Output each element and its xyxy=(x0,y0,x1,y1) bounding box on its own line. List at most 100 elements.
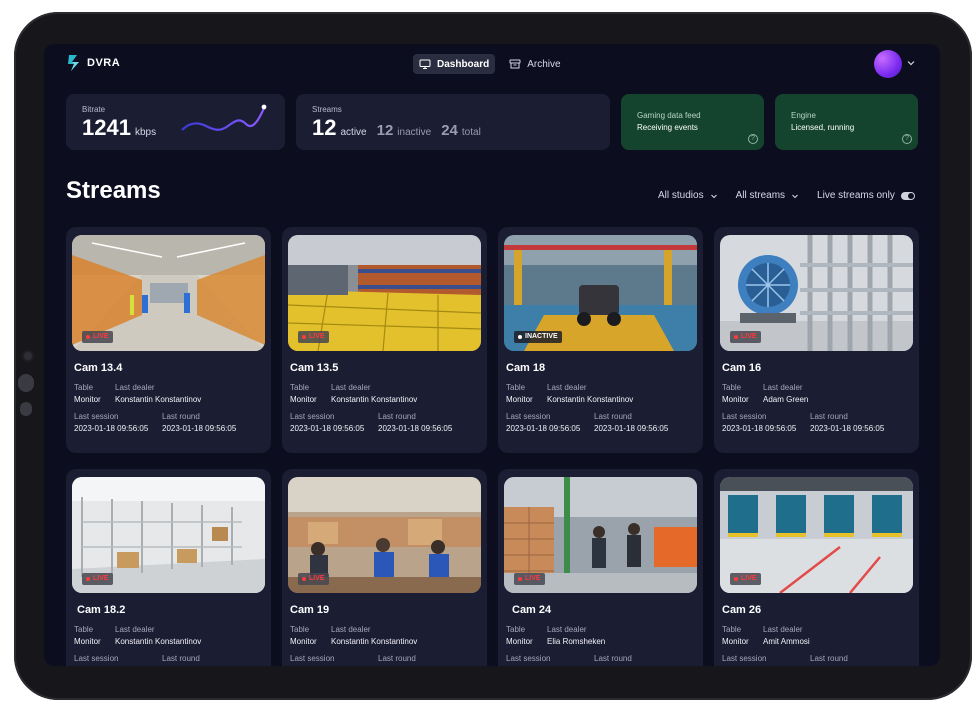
round-value: 2023-01-18 09:56:05 xyxy=(810,424,885,433)
table-label: Table xyxy=(74,625,94,634)
camera-thumbnail[interactable]: LIVE xyxy=(720,235,913,351)
main-nav: Dashboard Archive xyxy=(413,54,567,74)
bitrate-unit: kbps xyxy=(134,127,157,138)
nav-archive[interactable]: Archive xyxy=(503,54,566,74)
stream-card[interactable]: LIVE Cam 18.2 Table Monitor Last dealer Ko… xyxy=(66,469,271,666)
archive-box-icon xyxy=(509,59,521,69)
camera-name: Cam 18 xyxy=(506,362,546,374)
status-badge: LIVE xyxy=(730,331,761,343)
studios-filter-label: All studios xyxy=(658,190,704,201)
dealer-label: Last dealer xyxy=(115,625,155,634)
stream-card[interactable]: LIVE Cam 19 Table Monitor Last dealer Kons… xyxy=(282,469,487,666)
chevron-down-icon[interactable] xyxy=(906,58,916,68)
camera-thumbnail[interactable]: INACTIVE xyxy=(504,235,697,351)
round-value: 2023-01-18 09:56:05 xyxy=(378,424,453,433)
stream-card[interactable]: INACTIVE Cam 18 Table Monitor Last dealer… xyxy=(498,227,703,453)
camera-name: Cam 24 xyxy=(512,604,552,616)
gaming-feed-status: Receiving events xyxy=(637,123,698,132)
table-value: Monitor xyxy=(506,395,533,404)
studios-filter[interactable]: All studios xyxy=(658,190,718,201)
status-badge: LIVE xyxy=(730,573,761,585)
round-label: Last round xyxy=(378,654,416,663)
help-icon[interactable]: ? xyxy=(748,134,758,144)
dealer-label: Last dealer xyxy=(331,383,371,392)
session-label: Last session xyxy=(722,654,767,663)
app-logo[interactable]: DVRA xyxy=(66,53,120,73)
engine-status: Licensed, running xyxy=(791,123,855,132)
engine-card: Engine Licensed, running ? xyxy=(775,94,918,150)
bitrate-value: 1241 xyxy=(82,115,131,140)
nav-dashboard[interactable]: Dashboard xyxy=(413,54,496,74)
camera-name: Cam 26 xyxy=(722,604,762,616)
dealer-value: Konstantin Konstantinov xyxy=(331,395,418,404)
stream-card[interactable]: LIVE Cam 26 Table Monitor Last dealer Amit… xyxy=(714,469,919,666)
streams-active-label: active xyxy=(340,127,367,138)
live-only-filter[interactable]: Live streams only xyxy=(817,190,915,201)
chevron-down-icon xyxy=(710,194,717,198)
dealer-value: Adam Green xyxy=(763,395,809,404)
streams-label: Streams xyxy=(312,105,342,114)
dealer-value: Konstantin Konstantinov xyxy=(115,395,202,404)
volume-up-button xyxy=(18,374,34,392)
table-label: Table xyxy=(506,625,526,634)
stream-card[interactable]: LIVE Cam 13.5 Table Monitor Last dealer Ko… xyxy=(282,227,487,453)
dealer-label: Last dealer xyxy=(331,625,371,634)
table-label: Table xyxy=(290,383,310,392)
gaming-feed-card: Gaming data feed Receiving events ? xyxy=(621,94,764,150)
user-avatar[interactable] xyxy=(874,50,902,78)
app-screen: DVRA Dashboard Archive Bitrate 1241 kbps xyxy=(44,44,940,666)
camera-name: Cam 16 xyxy=(722,362,762,374)
status-badge: LIVE xyxy=(82,573,113,585)
camera-thumbnail[interactable]: LIVE xyxy=(72,477,265,593)
monitor-icon xyxy=(419,59,431,69)
live-only-label: Live streams only xyxy=(817,190,895,201)
table-value: Monitor xyxy=(74,637,101,646)
session-label: Last session xyxy=(290,654,335,663)
dealer-label: Last dealer xyxy=(763,383,803,392)
streams-total-value: 24 xyxy=(441,122,458,139)
streams-filter[interactable]: All streams xyxy=(736,190,799,201)
camera-thumbnail[interactable]: LIVE xyxy=(720,477,913,593)
stream-card[interactable]: LIVE Cam 13.4 Table Monitor Last dealer Ko… xyxy=(66,227,271,453)
chevron-down-icon xyxy=(792,194,798,198)
dealer-label: Last dealer xyxy=(763,625,803,634)
help-icon[interactable]: ? xyxy=(902,134,912,144)
status-badge: INACTIVE xyxy=(514,331,562,343)
camera-thumbnail[interactable]: LIVE xyxy=(288,235,481,351)
round-label: Last round xyxy=(594,654,632,663)
stream-card[interactable]: LIVE Cam 16 Table Monitor Last dealer Adam… xyxy=(714,227,919,453)
dealer-value: Amit Ammosi xyxy=(763,637,810,646)
camera-name: Cam 18.2 xyxy=(77,604,126,616)
session-value: 2023-01-18 09:56:05 xyxy=(722,424,797,433)
streams-inactive-value: 12 xyxy=(376,122,394,139)
logo-icon xyxy=(68,55,79,71)
status-badge: LIVE xyxy=(298,331,329,343)
session-label: Last session xyxy=(74,412,119,421)
bitrate-card: Bitrate 1241 kbps xyxy=(66,94,285,150)
camera-name: Cam 13.4 xyxy=(74,362,123,374)
live-only-toggle[interactable] xyxy=(900,191,915,200)
table-label: Table xyxy=(74,383,94,392)
front-camera xyxy=(24,352,32,360)
streams-filter-label: All streams xyxy=(735,190,786,201)
bitrate-label: Bitrate xyxy=(82,105,106,114)
table-value: Monitor xyxy=(722,637,749,646)
session-label: Last session xyxy=(506,412,551,421)
session-value: 2023-01-18 09:56:05 xyxy=(506,424,581,433)
session-label: Last session xyxy=(290,412,335,421)
round-label: Last round xyxy=(810,654,848,663)
table-value: Monitor xyxy=(74,395,101,404)
camera-thumbnail[interactable]: LIVE xyxy=(72,235,265,351)
gaming-feed-title: Gaming data feed xyxy=(637,111,701,120)
top-bar: DVRA Dashboard Archive xyxy=(44,44,940,84)
status-badge: LIVE xyxy=(514,573,545,585)
dealer-label: Last dealer xyxy=(547,625,587,634)
round-label: Last round xyxy=(594,412,632,421)
camera-name: Cam 19 xyxy=(290,604,330,616)
session-value: 2023-01-18 09:56:05 xyxy=(290,424,365,433)
session-value: 2023-01-18 09:56:05 xyxy=(74,424,149,433)
camera-thumbnail[interactable]: LIVE xyxy=(288,477,481,593)
stream-card[interactable]: LIVE Cam 24 Table Monitor Last dealer Elia… xyxy=(498,469,703,666)
streams-total-label: total xyxy=(461,127,481,138)
camera-thumbnail[interactable]: LIVE xyxy=(504,477,697,593)
